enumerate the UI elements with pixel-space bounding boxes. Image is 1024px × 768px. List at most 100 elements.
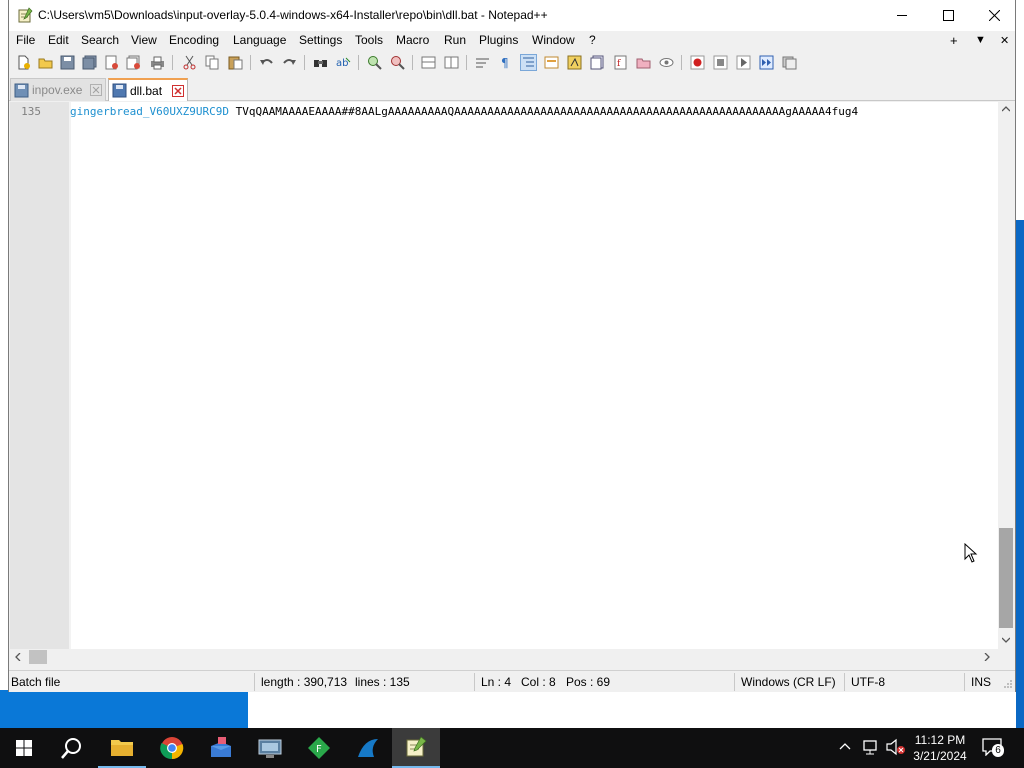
save-all-icon[interactable] bbox=[81, 54, 98, 71]
sync-horizontal-scroll-icon[interactable] bbox=[443, 54, 460, 71]
scroll-right-icon[interactable] bbox=[984, 653, 990, 661]
taskbar-installer-app[interactable] bbox=[197, 728, 245, 768]
menu-run[interactable]: Run bbox=[444, 33, 466, 47]
maximize-button[interactable] bbox=[925, 0, 971, 31]
folder-as-workspace-icon[interactable] bbox=[635, 54, 652, 71]
menu-window[interactable]: Window bbox=[532, 33, 575, 47]
close-window-button[interactable] bbox=[971, 0, 1017, 31]
code-content: TVqQAAMAAAAEAAAA##8AALgAAAAAAAAAQAAAAAAA… bbox=[228, 105, 859, 118]
menu-settings[interactable]: Settings bbox=[299, 33, 342, 47]
vertical-scroll-thumb[interactable] bbox=[999, 528, 1013, 628]
menu-edit[interactable]: Edit bbox=[48, 33, 69, 47]
paste-icon[interactable] bbox=[227, 54, 244, 71]
menu-plugins[interactable]: Plugins bbox=[479, 33, 518, 47]
new-tab-icon[interactable]: + bbox=[950, 33, 958, 48]
toolbar-separator bbox=[358, 55, 359, 70]
show-hidden-icons-icon[interactable] bbox=[839, 742, 851, 750]
taskbar-file-explorer[interactable] bbox=[98, 728, 146, 768]
open-file-icon[interactable] bbox=[37, 54, 54, 71]
function-list-icon[interactable]: f bbox=[612, 54, 629, 71]
new-file-icon[interactable] bbox=[15, 54, 32, 71]
close-document-icon[interactable]: ✕ bbox=[1000, 34, 1009, 47]
find-icon[interactable] bbox=[312, 54, 329, 71]
minimize-icon bbox=[896, 15, 907, 16]
tab-close-icon[interactable] bbox=[90, 84, 102, 96]
status-divider bbox=[844, 673, 845, 691]
taskbar-notepadpp[interactable] bbox=[392, 728, 440, 768]
search-icon bbox=[61, 738, 81, 759]
tab-close-icon[interactable] bbox=[172, 85, 184, 97]
toolbar-separator bbox=[304, 55, 305, 70]
zoom-out-icon[interactable] bbox=[389, 54, 406, 71]
close-all-icon[interactable] bbox=[125, 54, 142, 71]
menu-tools[interactable]: Tools bbox=[355, 33, 383, 47]
horizontal-scrollbar[interactable] bbox=[10, 649, 998, 665]
monitoring-icon[interactable] bbox=[658, 54, 675, 71]
minimize-button[interactable] bbox=[879, 0, 925, 31]
tab-list-dropdown-icon[interactable]: ▼ bbox=[975, 34, 986, 46]
network-status-icon[interactable] bbox=[862, 738, 880, 756]
menu-view[interactable]: View bbox=[131, 33, 157, 47]
taskbar-network-tool[interactable] bbox=[246, 728, 294, 768]
status-eol[interactable]: Windows (CR LF) bbox=[741, 675, 836, 689]
svg-text:¶: ¶ bbox=[501, 56, 509, 70]
close-file-icon[interactable] bbox=[103, 54, 120, 71]
save-icon[interactable] bbox=[59, 54, 76, 71]
scroll-down-icon[interactable] bbox=[1002, 637, 1010, 643]
status-insert-mode[interactable]: INS bbox=[971, 675, 991, 689]
zoom-in-icon[interactable] bbox=[366, 54, 383, 71]
volume-muted-icon[interactable] bbox=[886, 738, 906, 756]
taskbar-chrome[interactable] bbox=[148, 728, 196, 768]
start-button[interactable] bbox=[0, 728, 48, 768]
status-encoding[interactable]: UTF-8 bbox=[851, 675, 885, 689]
status-divider bbox=[474, 673, 475, 691]
notepadpp-app-icon bbox=[18, 7, 33, 23]
menu-encoding[interactable]: Encoding bbox=[169, 33, 219, 47]
document-map-icon[interactable] bbox=[566, 54, 583, 71]
tab-inpov-exe[interactable]: inpov.exe bbox=[10, 78, 106, 101]
record-macro-icon[interactable] bbox=[689, 54, 706, 71]
green-diamond-icon: F bbox=[308, 737, 330, 759]
undo-icon[interactable] bbox=[258, 54, 275, 71]
redo-icon[interactable] bbox=[281, 54, 298, 71]
taskbar-clock[interactable]: 11:12 PM 3/21/2024 bbox=[906, 732, 974, 764]
horizontal-scroll-thumb[interactable] bbox=[29, 650, 47, 664]
replace-icon[interactable]: ab bbox=[335, 54, 352, 71]
status-bar: Batch file length : 390,713 lines : 135 … bbox=[9, 670, 1015, 692]
taskbar-wireshark[interactable] bbox=[344, 728, 392, 768]
run-macro-multiple-icon[interactable] bbox=[758, 54, 775, 71]
windows-start-icon bbox=[16, 740, 32, 756]
tab-dll-bat[interactable]: dll.bat bbox=[108, 78, 188, 101]
stop-macro-icon[interactable] bbox=[712, 54, 729, 71]
code-line[interactable]: gingerbread_V60UXZ9URC9D TVqQAAMAAAAEAAA… bbox=[70, 105, 998, 121]
menu-search[interactable]: Search bbox=[81, 33, 119, 47]
print-icon[interactable] bbox=[149, 54, 166, 71]
word-wrap-icon[interactable] bbox=[474, 54, 491, 71]
maximize-icon bbox=[942, 10, 954, 21]
copy-icon[interactable] bbox=[204, 54, 221, 71]
cut-icon[interactable] bbox=[181, 54, 198, 71]
document-list-icon[interactable] bbox=[589, 54, 606, 71]
scroll-up-icon[interactable] bbox=[1002, 106, 1010, 112]
menu-language[interactable]: Language bbox=[233, 33, 286, 47]
play-macro-icon[interactable] bbox=[735, 54, 752, 71]
taskbar-search-button[interactable] bbox=[48, 728, 96, 768]
user-defined-language-icon[interactable] bbox=[543, 54, 560, 71]
indent-guide-icon[interactable] bbox=[520, 54, 537, 71]
status-length: length : 390,713 bbox=[261, 675, 348, 689]
show-all-characters-icon[interactable]: ¶ bbox=[497, 54, 514, 71]
status-file-type: Batch file bbox=[11, 675, 61, 689]
editor-area[interactable]: 135 gingerbread_V60UXZ9URC9D TVqQAAMAAAA… bbox=[10, 102, 1014, 649]
menu-help[interactable]: ? bbox=[589, 33, 596, 47]
notification-count-badge: 6 bbox=[992, 744, 1004, 757]
sync-vertical-scroll-icon[interactable] bbox=[420, 54, 437, 71]
scroll-left-icon[interactable] bbox=[15, 653, 21, 661]
taskbar-green-app[interactable]: F bbox=[295, 728, 343, 768]
vertical-scrollbar[interactable] bbox=[998, 102, 1014, 649]
menu-file[interactable]: File bbox=[16, 33, 35, 47]
resize-grip-icon[interactable] bbox=[1003, 679, 1013, 689]
menu-macro[interactable]: Macro bbox=[396, 33, 429, 47]
save-macro-icon[interactable] bbox=[781, 54, 798, 71]
notification-center-button[interactable]: 6 bbox=[982, 738, 1004, 758]
title-bar[interactable]: C:\Users\vm5\Downloads\input-overlay-5.0… bbox=[9, 0, 1015, 31]
